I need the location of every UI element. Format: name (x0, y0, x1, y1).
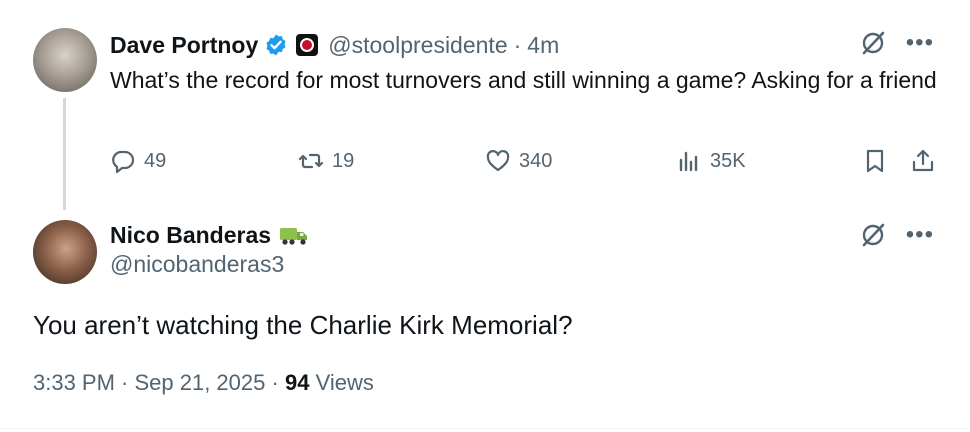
grok-icon[interactable] (860, 30, 886, 56)
more-icon[interactable]: ••• (906, 31, 934, 55)
speech-bubble-icon (112, 150, 135, 174)
bookmark-icon (866, 149, 884, 173)
views-count: 35K (710, 149, 746, 172)
bar-chart-icon (679, 151, 698, 172)
reply-tweet-text: You aren’t watching the Charlie Kirk Mem… (33, 310, 573, 340)
heart-icon (486, 150, 510, 172)
tweet-meta: 3:33 PM · Sep 21, 2025 · 94 Views (33, 370, 374, 396)
reply-button[interactable]: 49 (110, 148, 166, 174)
parent-tweet-actions: 49 19 340 35K (110, 148, 940, 184)
tweet-timestamp[interactable]: 3:33 PM · Sep 21, 2025 (33, 370, 265, 395)
like-count: 340 (519, 149, 553, 172)
like-button[interactable]: 340 (485, 148, 552, 174)
views-label: Views (315, 370, 374, 395)
bookmark-button[interactable] (862, 148, 888, 174)
views-button[interactable]: 35K (676, 148, 746, 174)
org-affiliation-badge-icon[interactable] (296, 34, 319, 56)
separator-dot: · (271, 370, 279, 395)
retweet-count: 19 (332, 149, 355, 172)
truck-icon (280, 228, 308, 245)
author-name[interactable]: Nico Banderas (110, 222, 271, 249)
reply-count: 49 (144, 149, 167, 172)
views-count: 94 (284, 370, 310, 395)
avatar-nico[interactable] (33, 220, 97, 284)
grok-icon[interactable] (860, 222, 886, 248)
tweet-time[interactable]: 4m (527, 32, 559, 59)
share-button[interactable] (910, 148, 936, 174)
avatar-dave[interactable] (33, 28, 97, 92)
parent-tweet-top-actions: ••• (860, 30, 934, 56)
parent-tweet-header: Dave Portnoy @stoolpresidente · 4m (110, 30, 559, 60)
separator-dot: · (513, 31, 522, 58)
thread-line (63, 98, 66, 210)
retweet-button[interactable]: 19 (298, 148, 354, 174)
more-icon[interactable]: ••• (906, 223, 934, 247)
reply-tweet-header: Nico Banderas (110, 220, 309, 250)
reply-tweet-top-actions: ••• (860, 222, 934, 248)
retweet-icon (298, 153, 324, 169)
author-name[interactable]: Dave Portnoy (110, 32, 258, 59)
share-icon (912, 149, 934, 172)
verified-badge-icon (266, 34, 286, 56)
author-handle[interactable]: @nicobanderas3 (110, 251, 284, 278)
divider (0, 428, 970, 429)
parent-tweet-text: What’s the record for most turnovers and… (110, 67, 937, 93)
author-handle[interactable]: @stoolpresidente (328, 32, 507, 59)
